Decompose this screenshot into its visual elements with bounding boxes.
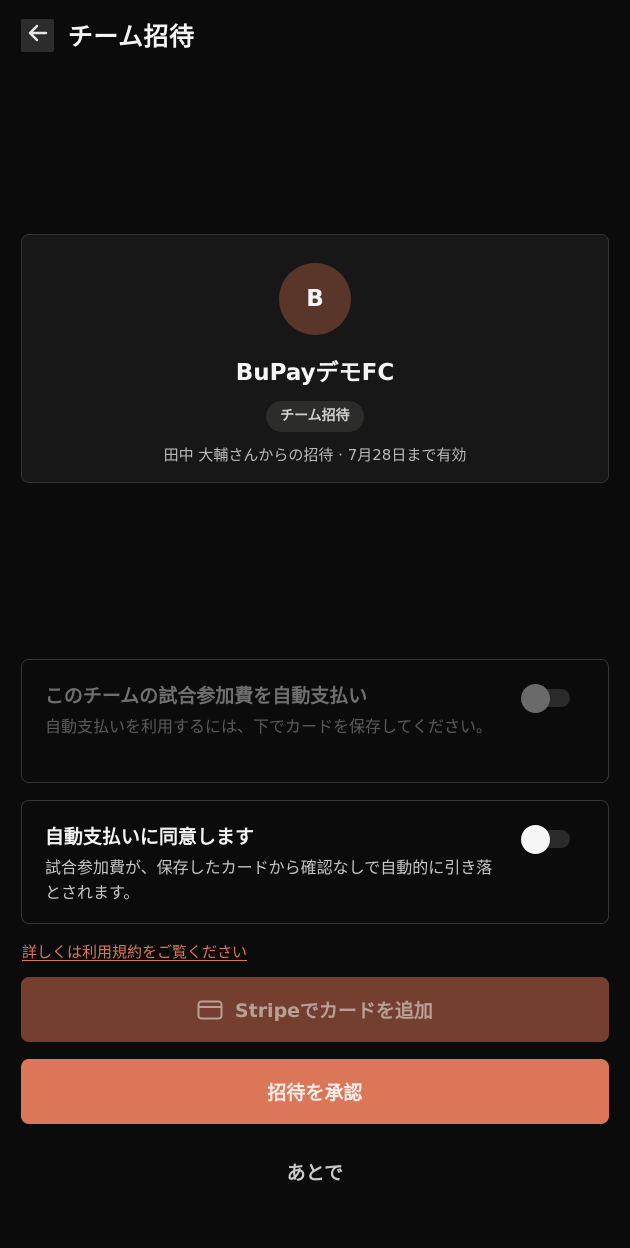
autopay-card: このチームの試合参加費を自動支払い 自動支払いを利用するには、下でカードを保存し… bbox=[21, 659, 609, 783]
consent-card: 自動支払いに同意します 試合参加費が、保存したカードから確認なしで自動的に引き落… bbox=[21, 800, 609, 924]
arrow-left-icon bbox=[26, 21, 50, 49]
terms-link[interactable]: 詳しくは利用規約をご覧ください bbox=[22, 941, 247, 962]
autopay-toggle[interactable] bbox=[521, 684, 571, 713]
team-invite-screen: チーム招待 B BuPayデモFC チーム招待 田中 大輔さんからの招待 · 7… bbox=[0, 0, 630, 1248]
add-card-label: Stripeでカードを追加 bbox=[234, 1000, 434, 1022]
back-button[interactable] bbox=[21, 18, 54, 52]
consent-toggle[interactable] bbox=[521, 825, 571, 854]
accept-invite-label: 招待を承認 bbox=[267, 1082, 363, 1104]
autopay-description: 自動支払いを利用するには、下でカードを保存してください。 bbox=[45, 717, 493, 736]
later-button[interactable]: あとで bbox=[0, 1158, 630, 1185]
autopay-title: このチームの試合参加費を自動支払い bbox=[45, 685, 368, 707]
invite-meta: 田中 大輔さんからの招待 · 7月28日まで有効 bbox=[163, 446, 467, 464]
accept-invite-button[interactable]: 招待を承認 bbox=[21, 1059, 609, 1124]
consent-toggle-thumb bbox=[521, 825, 550, 854]
team-name: BuPayデモFC bbox=[235, 360, 395, 386]
consent-title: 自動支払いに同意します bbox=[45, 826, 255, 848]
page-title: チーム招待 bbox=[68, 22, 195, 51]
team-avatar: B bbox=[279, 263, 351, 335]
team-invite-badge: チーム招待 bbox=[266, 401, 364, 432]
team-card: B BuPayデモFC チーム招待 田中 大輔さんからの招待 · 7月28日まで… bbox=[21, 234, 609, 483]
header: チーム招待 bbox=[21, 18, 195, 52]
add-card-button[interactable]: Stripeでカードを追加 bbox=[21, 977, 609, 1042]
credit-card-icon bbox=[197, 1000, 223, 1020]
consent-description: 試合参加費が、保存したカードから確認なしで自動的に引き落とされます。 bbox=[45, 858, 493, 902]
autopay-toggle-thumb bbox=[521, 684, 550, 713]
